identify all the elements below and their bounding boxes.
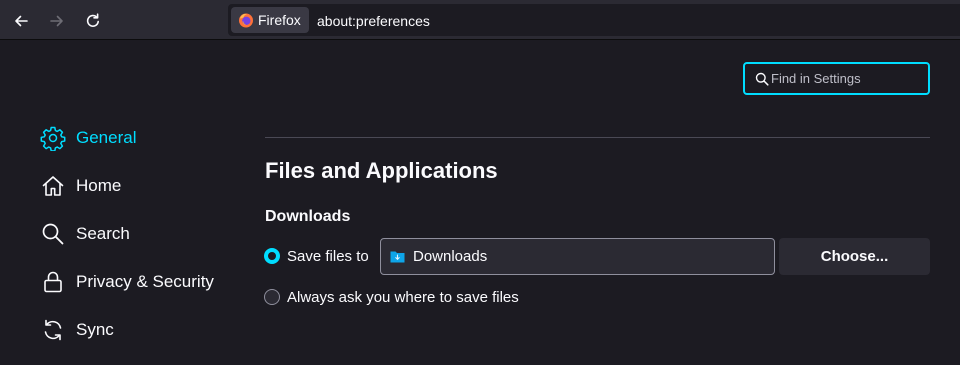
url-text[interactable]: about:preferences [317,13,430,29]
download-folder-field: Downloads [380,238,775,275]
download-folder-name: Downloads [413,248,488,265]
browser-toolbar: Firefox about:preferences [0,0,960,40]
forward-button[interactable] [44,8,70,34]
save-files-option[interactable]: Save files to [264,246,369,266]
save-files-radio[interactable] [264,248,280,264]
always-ask-radio[interactable] [264,289,280,305]
category-general[interactable]: General [40,118,240,158]
category-label: Privacy & Security [76,272,214,291]
category-privacy[interactable]: Privacy & Security [40,262,240,302]
firefox-logo-icon [239,13,253,28]
category-label: Search [76,224,130,243]
search-icon [42,223,64,245]
arrow-right-icon [50,15,63,27]
url-bar[interactable]: Firefox about:preferences [228,4,960,36]
section-divider [265,137,930,138]
sync-icon [44,319,62,341]
arrow-left-icon [15,15,28,27]
identity-box[interactable]: Firefox [231,7,309,33]
category-search[interactable]: Search [40,214,240,254]
choose-folder-button[interactable]: Choose... [779,238,930,275]
section-title: Files and Applications [265,158,498,183]
home-icon [42,176,64,196]
category-home[interactable]: Home [40,166,240,206]
find-in-settings-input[interactable] [771,64,921,93]
identity-label: Firefox [258,12,301,28]
back-button[interactable] [8,8,34,34]
search-icon [755,72,769,86]
category-label: Sync [76,320,114,339]
find-in-settings[interactable] [743,62,930,95]
category-label: General [76,128,137,147]
folder-icon [390,251,405,263]
gear-icon [40,126,66,151]
reload-button[interactable] [80,8,106,34]
category-label: Home [76,176,122,195]
reload-icon [86,13,99,27]
always-ask-label[interactable]: Always ask you where to save files [287,289,519,306]
save-files-label[interactable]: Save files to [287,248,369,265]
always-ask-option[interactable]: Always ask you where to save files [264,287,519,307]
downloads-heading: Downloads [265,208,351,225]
lock-icon [44,271,62,293]
category-sync[interactable]: Sync [40,310,240,350]
